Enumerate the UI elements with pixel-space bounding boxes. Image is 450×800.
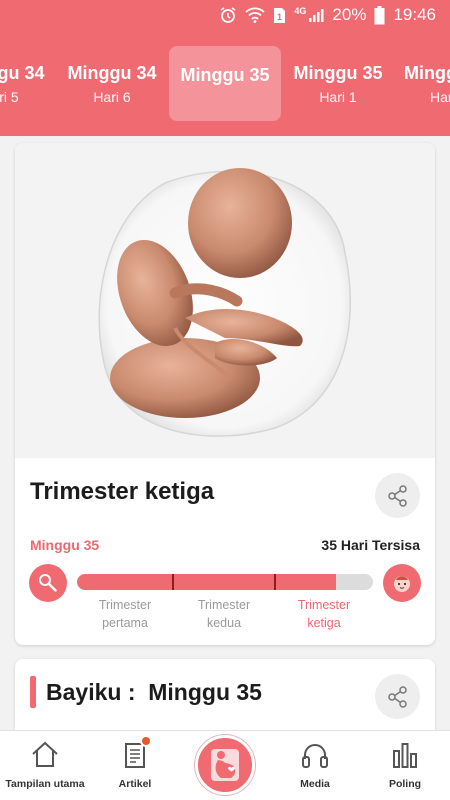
pregnancy-icon <box>211 749 239 781</box>
poll-icon <box>393 743 417 768</box>
week-tab[interactable]: Minggu 34 Hari 6 <box>56 46 168 121</box>
share-icon <box>387 484 407 507</box>
trimester-label-line: Trimester <box>297 598 351 612</box>
trimester-divider <box>172 574 174 590</box>
week-tab-day: Hari 5 <box>0 89 19 105</box>
nav-pregnancy-button[interactable] <box>195 735 255 795</box>
headphones-icon <box>302 744 328 768</box>
trimester-label-second: Trimester kedua <box>169 596 279 632</box>
week-tab-label: Minggu 35 <box>180 65 270 85</box>
baby-week-title: Bayiku : Minggu 35 <box>46 679 262 705</box>
nav-home-label: Tampilan utama <box>5 778 85 790</box>
trimester-label-first: Trimester pertama <box>70 596 180 632</box>
trimester-label-third: Trimester ketiga <box>269 596 379 632</box>
nav-article-label: Artikel <box>118 778 152 790</box>
week-tab-label: Minggu 35 <box>293 63 383 83</box>
trimester-label-line: ketiga <box>307 616 341 630</box>
share-button[interactable] <box>375 473 420 518</box>
clock: 19:46 <box>393 5 436 24</box>
trimester-label-line: Trimester <box>197 598 251 612</box>
trimester-title: Trimester ketiga <box>30 478 215 505</box>
days-remaining: 35 Hari Tersisa <box>321 537 420 553</box>
alarm-icon <box>220 7 236 23</box>
nav-article[interactable]: Artikel <box>90 731 180 800</box>
battery-percent: 20% <box>332 5 367 24</box>
share-button[interactable] <box>375 674 420 719</box>
trimester-divider <box>274 574 276 590</box>
week-carousel[interactable]: Minggu 34 Hari 5 Minggu 34 Hari 6 Minggu… <box>0 30 450 136</box>
nav-media-label: Media <box>300 778 330 790</box>
signal-icon <box>309 9 324 22</box>
week-tab-label: Minggu 34 <box>67 63 157 83</box>
section-accent-bar <box>30 676 36 708</box>
progress-fill <box>77 574 336 590</box>
notification-badge <box>140 735 152 747</box>
fetus-illustration <box>15 143 435 458</box>
trimester-label-line: pertama <box>102 616 148 630</box>
rattle-icon <box>29 564 67 602</box>
week-tab-label: Minggu 34 <box>0 63 45 83</box>
nav-media[interactable]: Media <box>270 731 360 800</box>
nav-poll-label: Poling <box>388 778 422 790</box>
baby-week-card[interactable]: Bayiku : Minggu 35 <box>15 659 435 739</box>
week-tab[interactable]: Minggu 35 Hari 1 <box>282 46 394 121</box>
pregnancy-progress-bar <box>77 574 373 590</box>
network-type: 4G <box>294 6 307 16</box>
week-tab-day: Hari 1 <box>319 89 357 105</box>
baby-face-icon <box>383 564 421 602</box>
sim-icon: 1 <box>274 7 286 23</box>
week-tab[interactable]: Minggu 34 Hari 5 <box>0 46 56 121</box>
week-tab-label: Minggu 35 <box>404 63 450 83</box>
wifi-icon <box>245 7 266 23</box>
week-tab[interactable]: Minggu 35 Hari 2 <box>394 46 450 121</box>
week-tab-day: Hari 2 <box>430 89 450 105</box>
status-bar: 1 4G 20% 19:46 <box>0 0 450 30</box>
trimester-label-line: Trimester <box>98 598 152 612</box>
trimester-card: Trimester ketiga Minggu 35 35 Hari Tersi… <box>15 143 435 645</box>
svg-text:1: 1 <box>277 12 282 22</box>
battery-icon <box>374 5 385 24</box>
home-icon <box>32 741 58 767</box>
nav-home[interactable]: Tampilan utama <box>0 731 90 800</box>
share-icon <box>387 685 407 708</box>
current-week-label: Minggu 35 <box>30 537 100 553</box>
trimester-label-line: kedua <box>206 616 242 630</box>
nav-poll[interactable]: Poling <box>360 731 450 800</box>
week-tab-day: Hari 6 <box>93 89 131 105</box>
week-tab-current[interactable]: Minggu 35 <box>169 46 281 121</box>
